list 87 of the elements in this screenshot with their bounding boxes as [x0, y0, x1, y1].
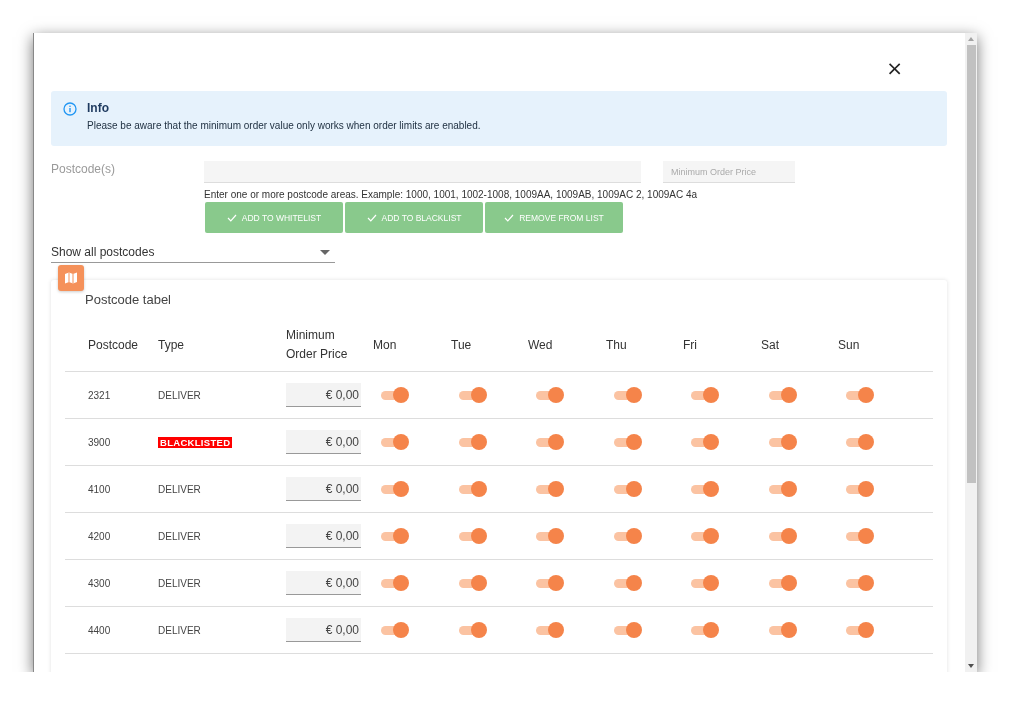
check-icon: [366, 213, 377, 222]
info-title: Info: [87, 101, 110, 115]
minimum-price-field[interactable]: Minimum Order Price: [663, 161, 795, 183]
scroll-down-arrow-icon[interactable]: [968, 664, 974, 668]
column-header: Sat: [761, 319, 838, 372]
column-header: Tue: [451, 319, 528, 372]
day-toggle[interactable]: [691, 386, 719, 404]
day-toggle[interactable]: [769, 433, 797, 451]
type-text: DELIVER: [158, 577, 201, 589]
day-toggle[interactable]: [846, 527, 874, 545]
day-toggle[interactable]: [381, 386, 409, 404]
day-toggle[interactable]: [846, 574, 874, 592]
day-toggle[interactable]: [536, 527, 564, 545]
postcode-cell: 4200: [65, 512, 158, 560]
day-toggle[interactable]: [769, 386, 797, 404]
filter-select[interactable]: Show all postcodes: [51, 242, 335, 263]
type-text: DELIVER: [158, 389, 201, 401]
scroll-up-arrow-icon[interactable]: [968, 37, 974, 41]
check-icon: [226, 213, 237, 222]
day-toggle[interactable]: [536, 433, 564, 451]
hint-text: Enter one or more postcode areas. Example: 1000, 1001, 1002-1008, 1009AA, 1009AB, 1009AC 2, 1009AC 4a: [204, 189, 699, 200]
day-toggle[interactable]: [769, 621, 797, 639]
column-header: Sun: [838, 319, 933, 372]
price-field[interactable]: € 0,00: [286, 571, 361, 595]
price-field[interactable]: € 0,00: [286, 524, 361, 548]
day-toggle[interactable]: [769, 527, 797, 545]
column-header: Thu: [606, 319, 683, 372]
price-field[interactable]: € 0,00: [286, 430, 361, 454]
day-toggle[interactable]: [536, 386, 564, 404]
day-toggle[interactable]: [614, 480, 642, 498]
day-toggle[interactable]: [846, 621, 874, 639]
postcode-label: Postcode(s): [51, 162, 117, 178]
price-field[interactable]: € 0,00: [286, 477, 361, 501]
day-toggle[interactable]: [614, 433, 642, 451]
type-text: DELIVER: [158, 624, 201, 636]
postcode-cell: 4100: [65, 465, 158, 513]
day-toggle[interactable]: [381, 433, 409, 451]
column-header: Mon: [373, 319, 451, 372]
blacklisted-badge: BLACKLISTED: [158, 436, 233, 448]
day-toggle[interactable]: [614, 386, 642, 404]
day-toggle[interactable]: [691, 574, 719, 592]
postcode-cell: 4300: [65, 559, 158, 607]
day-toggle[interactable]: [769, 480, 797, 498]
day-toggle[interactable]: [459, 574, 487, 592]
day-toggle[interactable]: [536, 621, 564, 639]
day-toggle[interactable]: [381, 527, 409, 545]
day-toggle[interactable]: [846, 386, 874, 404]
day-toggle[interactable]: [459, 527, 487, 545]
day-toggle[interactable]: [691, 480, 719, 498]
info-message: Please be aware that the minimum order value only works when order limits are enabled.: [87, 120, 481, 131]
column-header: Minimum Order Price: [286, 319, 373, 372]
caret-icon: [320, 249, 330, 255]
day-toggle[interactable]: [614, 527, 642, 545]
day-toggle[interactable]: [769, 574, 797, 592]
day-toggle[interactable]: [536, 574, 564, 592]
postcode-cell: 2321: [65, 371, 158, 419]
scrollbar[interactable]: [965, 33, 977, 672]
day-toggle[interactable]: [846, 433, 874, 451]
close-button[interactable]: ×: [886, 60, 903, 76]
column-header: Wed: [528, 319, 606, 372]
column-header: Fri: [683, 319, 761, 372]
type-text: DELIVER: [158, 530, 201, 542]
day-toggle[interactable]: [691, 527, 719, 545]
day-toggle[interactable]: [614, 621, 642, 639]
table-title: Postcode tabel: [85, 292, 172, 307]
postcode-field[interactable]: [204, 161, 641, 183]
day-toggle[interactable]: [459, 386, 487, 404]
check-icon: [504, 213, 515, 222]
day-toggle[interactable]: [691, 433, 719, 451]
day-toggle[interactable]: [691, 621, 719, 639]
scrollbar-thumb[interactable]: [966, 45, 976, 483]
column-header: Postcode: [65, 319, 158, 372]
day-toggle[interactable]: [459, 621, 487, 639]
day-toggle[interactable]: [614, 574, 642, 592]
price-field[interactable]: € 0,00: [286, 383, 361, 407]
day-toggle[interactable]: [381, 621, 409, 639]
day-toggle[interactable]: [459, 480, 487, 498]
day-toggle[interactable]: [381, 574, 409, 592]
type-text: DELIVER: [158, 483, 201, 495]
day-toggle[interactable]: [459, 433, 487, 451]
price-field[interactable]: € 0,00: [286, 618, 361, 642]
day-toggle[interactable]: [846, 480, 874, 498]
postcode-cell: 4400: [65, 606, 158, 654]
day-toggle[interactable]: [536, 480, 564, 498]
info-icon: [63, 102, 77, 116]
column-header: Type: [158, 319, 286, 372]
day-toggle[interactable]: [381, 480, 409, 498]
